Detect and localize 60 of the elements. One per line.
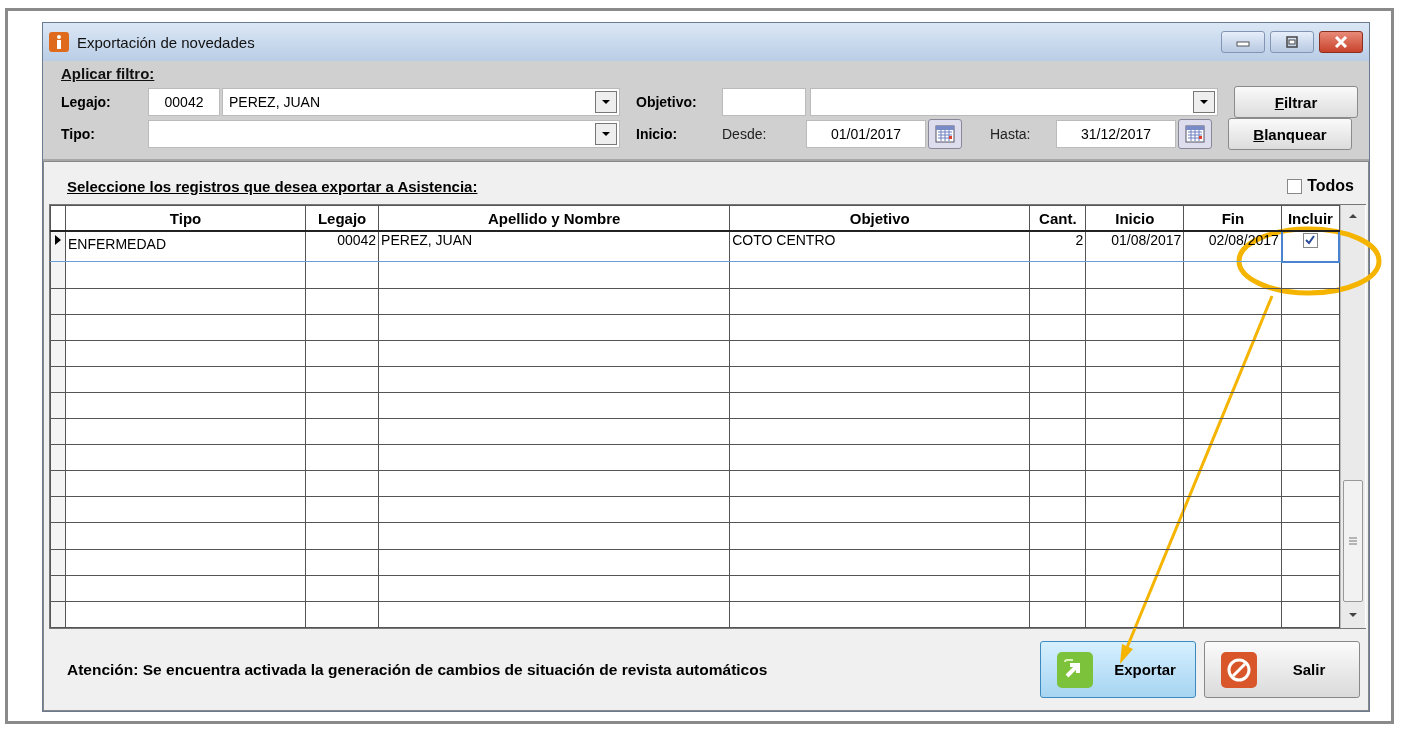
column-header: Apellido y Nombre bbox=[378, 205, 730, 232]
section-heading: Seleccione los registros que desea exportar a Asistencia: bbox=[67, 177, 478, 195]
field-label: Objetivo: bbox=[636, 94, 698, 110]
grip-icon bbox=[1349, 537, 1357, 545]
table-cell: PEREZ, JUAN bbox=[378, 231, 730, 262]
calendar-icon bbox=[1185, 125, 1205, 143]
scroll-down-icon bbox=[1349, 612, 1357, 618]
field-label: Desde: bbox=[722, 126, 768, 142]
exit-button[interactable]: Salir bbox=[1204, 641, 1360, 698]
export-button[interactable]: Exportar bbox=[1040, 641, 1196, 698]
dropdown-field[interactable] bbox=[810, 88, 1218, 116]
table-cell: 2 bbox=[1029, 231, 1086, 262]
scroll-up-icon bbox=[1349, 213, 1357, 219]
warning-message: Atención: Se encuentra activada la generación de cambios de situación de revista automáticos bbox=[67, 660, 768, 679]
table-cell: 00042 bbox=[305, 231, 379, 262]
section-heading: Aplicar filtro: bbox=[61, 65, 155, 82]
input-field: 00042 bbox=[148, 88, 220, 116]
table-cell: ENFERMEDAD bbox=[65, 231, 306, 262]
check-icon bbox=[1305, 235, 1316, 246]
checkbox[interactable] bbox=[1287, 178, 1303, 194]
maximize-icon bbox=[1285, 36, 1299, 48]
checkbox[interactable] bbox=[1302, 232, 1318, 248]
column-header: Fin bbox=[1183, 205, 1282, 232]
window-title: Exportación de novedades bbox=[77, 33, 256, 51]
info-icon bbox=[49, 32, 69, 52]
field-label: Tipo: bbox=[61, 126, 96, 142]
column-header: Tipo bbox=[65, 205, 306, 232]
dropdown-button[interactable] bbox=[595, 123, 617, 145]
minimize-button[interactable] bbox=[1221, 31, 1265, 53]
dropdown-button[interactable] bbox=[595, 91, 617, 113]
date-field: 31/12/2017 bbox=[1056, 120, 1176, 148]
calendar-button[interactable] bbox=[928, 119, 962, 149]
calendar-button[interactable] bbox=[1178, 119, 1212, 149]
caret-icon bbox=[601, 131, 611, 137]
column-header: Legajo bbox=[305, 205, 379, 232]
close-icon bbox=[1334, 36, 1348, 48]
caret-icon bbox=[1199, 99, 1209, 105]
column-header: Cant. bbox=[1029, 205, 1086, 232]
maximize-button[interactable] bbox=[1270, 31, 1314, 53]
date-field: 01/01/2017 bbox=[806, 120, 926, 148]
dropdown-field[interactable] bbox=[148, 120, 620, 148]
dropdown-button[interactable] bbox=[1193, 91, 1215, 113]
prohibited-icon bbox=[1221, 651, 1257, 688]
field-label: Inicio: bbox=[636, 126, 679, 142]
column-header: Objetivo bbox=[729, 205, 1030, 232]
caret-icon bbox=[601, 99, 611, 105]
clear-button[interactable]: Blanquear bbox=[1228, 118, 1352, 150]
checkbox-label: Todos bbox=[1307, 177, 1354, 195]
input-field[interactable] bbox=[722, 88, 806, 116]
scrollbar-thumb[interactable] bbox=[1343, 480, 1363, 602]
field-label: Hasta: bbox=[990, 126, 1032, 142]
table-cell: 01/08/2017 bbox=[1085, 231, 1184, 262]
calendar-icon bbox=[935, 125, 955, 143]
column-header: Inicio bbox=[1085, 205, 1184, 232]
filter-button[interactable]: Filtrar bbox=[1234, 86, 1358, 118]
table-cell: COTO CENTRO bbox=[729, 231, 1030, 262]
dropdown-field[interactable]: PEREZ, JUAN bbox=[222, 88, 620, 116]
close-button[interactable] bbox=[1319, 31, 1363, 53]
field-label: Legajo: bbox=[61, 94, 112, 110]
scrollbar[interactable] bbox=[1340, 205, 1365, 628]
